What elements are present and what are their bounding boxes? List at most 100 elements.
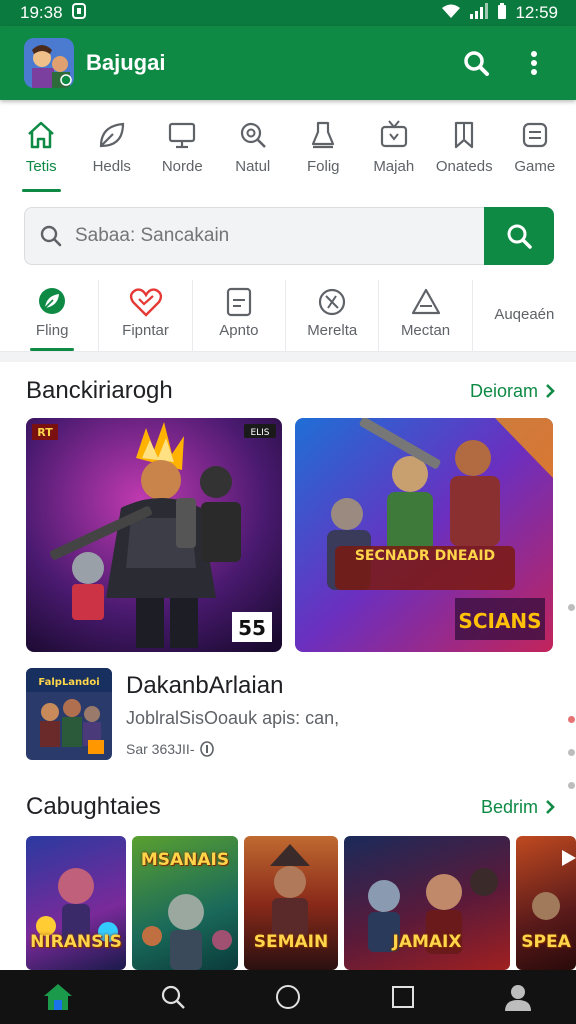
tv-icon	[380, 120, 407, 148]
home-icon	[43, 984, 72, 1010]
scroll-indicator	[566, 604, 576, 637]
banner-card-2[interactable]: SECNADR DNEAID SCIANS	[295, 418, 553, 652]
heart-icon	[129, 288, 162, 317]
search-input[interactable]	[75, 225, 455, 247]
home-icon	[28, 121, 55, 149]
featured-app-item[interactable]: FalpLandoi DakanbArlaian JoblralSisOoauk…	[26, 668, 546, 760]
compass-icon	[319, 288, 346, 316]
tab-category-5[interactable]: Majah	[359, 108, 430, 198]
banner-subline: SCIANS	[458, 609, 541, 633]
banner-artwork: RT ELIS 55	[26, 418, 282, 652]
filter-tabs: Fling Fipntar Apnto Merelta Mectan Auqea…	[0, 280, 576, 352]
filter-label: Apnto	[219, 322, 259, 339]
tile-label: MSANAIS	[140, 850, 230, 870]
more-vert-icon	[531, 51, 537, 75]
app-bar: Bajugai	[0, 26, 576, 100]
section-title: Banckiriarogh	[26, 377, 173, 404]
search-icon	[507, 224, 532, 249]
search-submit-button[interactable]	[484, 207, 554, 265]
nav-profile-button[interactable]	[488, 970, 548, 1024]
category-tabs: Tetis Hedls Norde Natul Folig Majah Onat…	[0, 108, 576, 198]
leaf-icon	[99, 122, 124, 148]
section-title: Cabughtaies	[26, 793, 161, 820]
section-header-featured: Banckiriarogh Deioram	[26, 374, 556, 408]
tile-label: SPEA	[521, 932, 571, 952]
category-tile-4[interactable]: JAMAIX	[344, 836, 510, 970]
gear-search-icon	[240, 122, 266, 148]
filter-tab-2[interactable]: Apnto	[193, 280, 287, 351]
see-more-link[interactable]: Deioram	[470, 381, 556, 402]
category-label: Natul	[235, 158, 271, 175]
tab-category-3[interactable]: Natul	[218, 108, 289, 198]
featured-app-meta: Sar 363JII-	[126, 741, 195, 757]
search-button[interactable]	[454, 41, 498, 85]
gamepad-icon	[522, 122, 547, 148]
tab-category-2[interactable]: Norde	[147, 108, 218, 198]
info-icon	[200, 741, 215, 757]
system-nav-bar	[0, 970, 576, 1024]
see-more-link[interactable]: Bedrim	[481, 797, 556, 818]
filter-tab-5[interactable]: Auqeaén	[473, 280, 576, 351]
section-header-categories: Cabughtaies Bedrim	[26, 790, 556, 824]
search-icon	[464, 51, 489, 76]
category-label: Game	[514, 158, 556, 175]
see-more-label: Bedrim	[480, 796, 538, 817]
chevron-right-icon	[546, 384, 555, 398]
indicator-dot	[567, 604, 575, 611]
leaf-badge-icon	[39, 288, 66, 314]
category-tile-1[interactable]: NIRANSIS	[26, 836, 126, 970]
tile-label: JAMAIX	[392, 932, 462, 952]
tab-category-1[interactable]: Hedls	[77, 108, 148, 198]
search-field-container[interactable]	[24, 207, 484, 265]
category-tile-2[interactable]: MSANAIS	[132, 836, 238, 970]
battery-icon	[497, 2, 507, 24]
app-logo[interactable]	[24, 38, 74, 88]
banner-badge-left: RT	[37, 426, 53, 439]
indicator-dot	[567, 749, 575, 756]
section-divider	[0, 352, 576, 362]
see-more-label: Deioram	[469, 380, 538, 401]
circle-icon	[275, 985, 300, 1009]
category-tiles: NIRANSIS MSANAIS SEMAIN JAMAIX SPEA	[26, 836, 576, 970]
category-label: Onateds	[435, 158, 493, 175]
search-bar	[24, 207, 554, 265]
filter-tab-3[interactable]: Merelta	[286, 280, 380, 351]
filter-tab-4[interactable]: Mectan	[379, 280, 473, 351]
trophy-icon	[312, 121, 335, 149]
tile-label: SEMAIN	[253, 932, 329, 952]
nav-circle-button[interactable]	[258, 970, 318, 1024]
category-label: Majah	[373, 158, 415, 175]
bookmark-icon	[455, 121, 474, 149]
tab-category-4[interactable]: Folig	[288, 108, 359, 198]
nav-home-button[interactable]	[28, 970, 88, 1024]
banner-badge-right: ELIS	[250, 428, 269, 438]
filter-label: Fipntar	[122, 322, 169, 339]
banner-card-1[interactable]: RT ELIS 55	[26, 418, 282, 652]
app-title: Bajugai	[86, 50, 166, 75]
notification-icon	[71, 2, 87, 24]
nav-recents-button[interactable]	[373, 970, 433, 1024]
wifi-icon	[441, 3, 461, 24]
thumbnail-title: FalpLandoi	[38, 677, 99, 688]
category-label: Folig	[306, 158, 340, 175]
nav-search-button[interactable]	[143, 970, 203, 1024]
more-options-button[interactable]	[512, 41, 556, 85]
status-time: 19:38	[20, 3, 63, 22]
search-icon	[40, 225, 62, 247]
banner-artwork: SECNADR DNEAID SCIANS	[295, 418, 553, 652]
category-tile-5[interactable]: SPEA	[516, 836, 576, 970]
filter-label: Mectan	[400, 322, 451, 339]
tab-category-7[interactable]: Game	[500, 108, 571, 198]
category-tile-3[interactable]: SEMAIN	[244, 836, 338, 970]
category-label: Hedls	[92, 158, 131, 175]
tab-category-0[interactable]: Tetis	[6, 108, 77, 198]
tab-category-6[interactable]: Onateds	[429, 108, 500, 198]
featured-app-subtitle: JoblralSisOoauk apis: can,	[126, 708, 340, 728]
square-icon	[392, 986, 415, 1008]
banner-headline: SECNADR DNEAID	[355, 548, 495, 564]
document-icon	[226, 287, 251, 317]
banner-corner-tag: 55	[238, 616, 266, 640]
filter-tab-1[interactable]: Fipntar	[99, 280, 193, 351]
filter-tab-0[interactable]: Fling	[6, 280, 100, 351]
warning-icon	[411, 288, 440, 315]
